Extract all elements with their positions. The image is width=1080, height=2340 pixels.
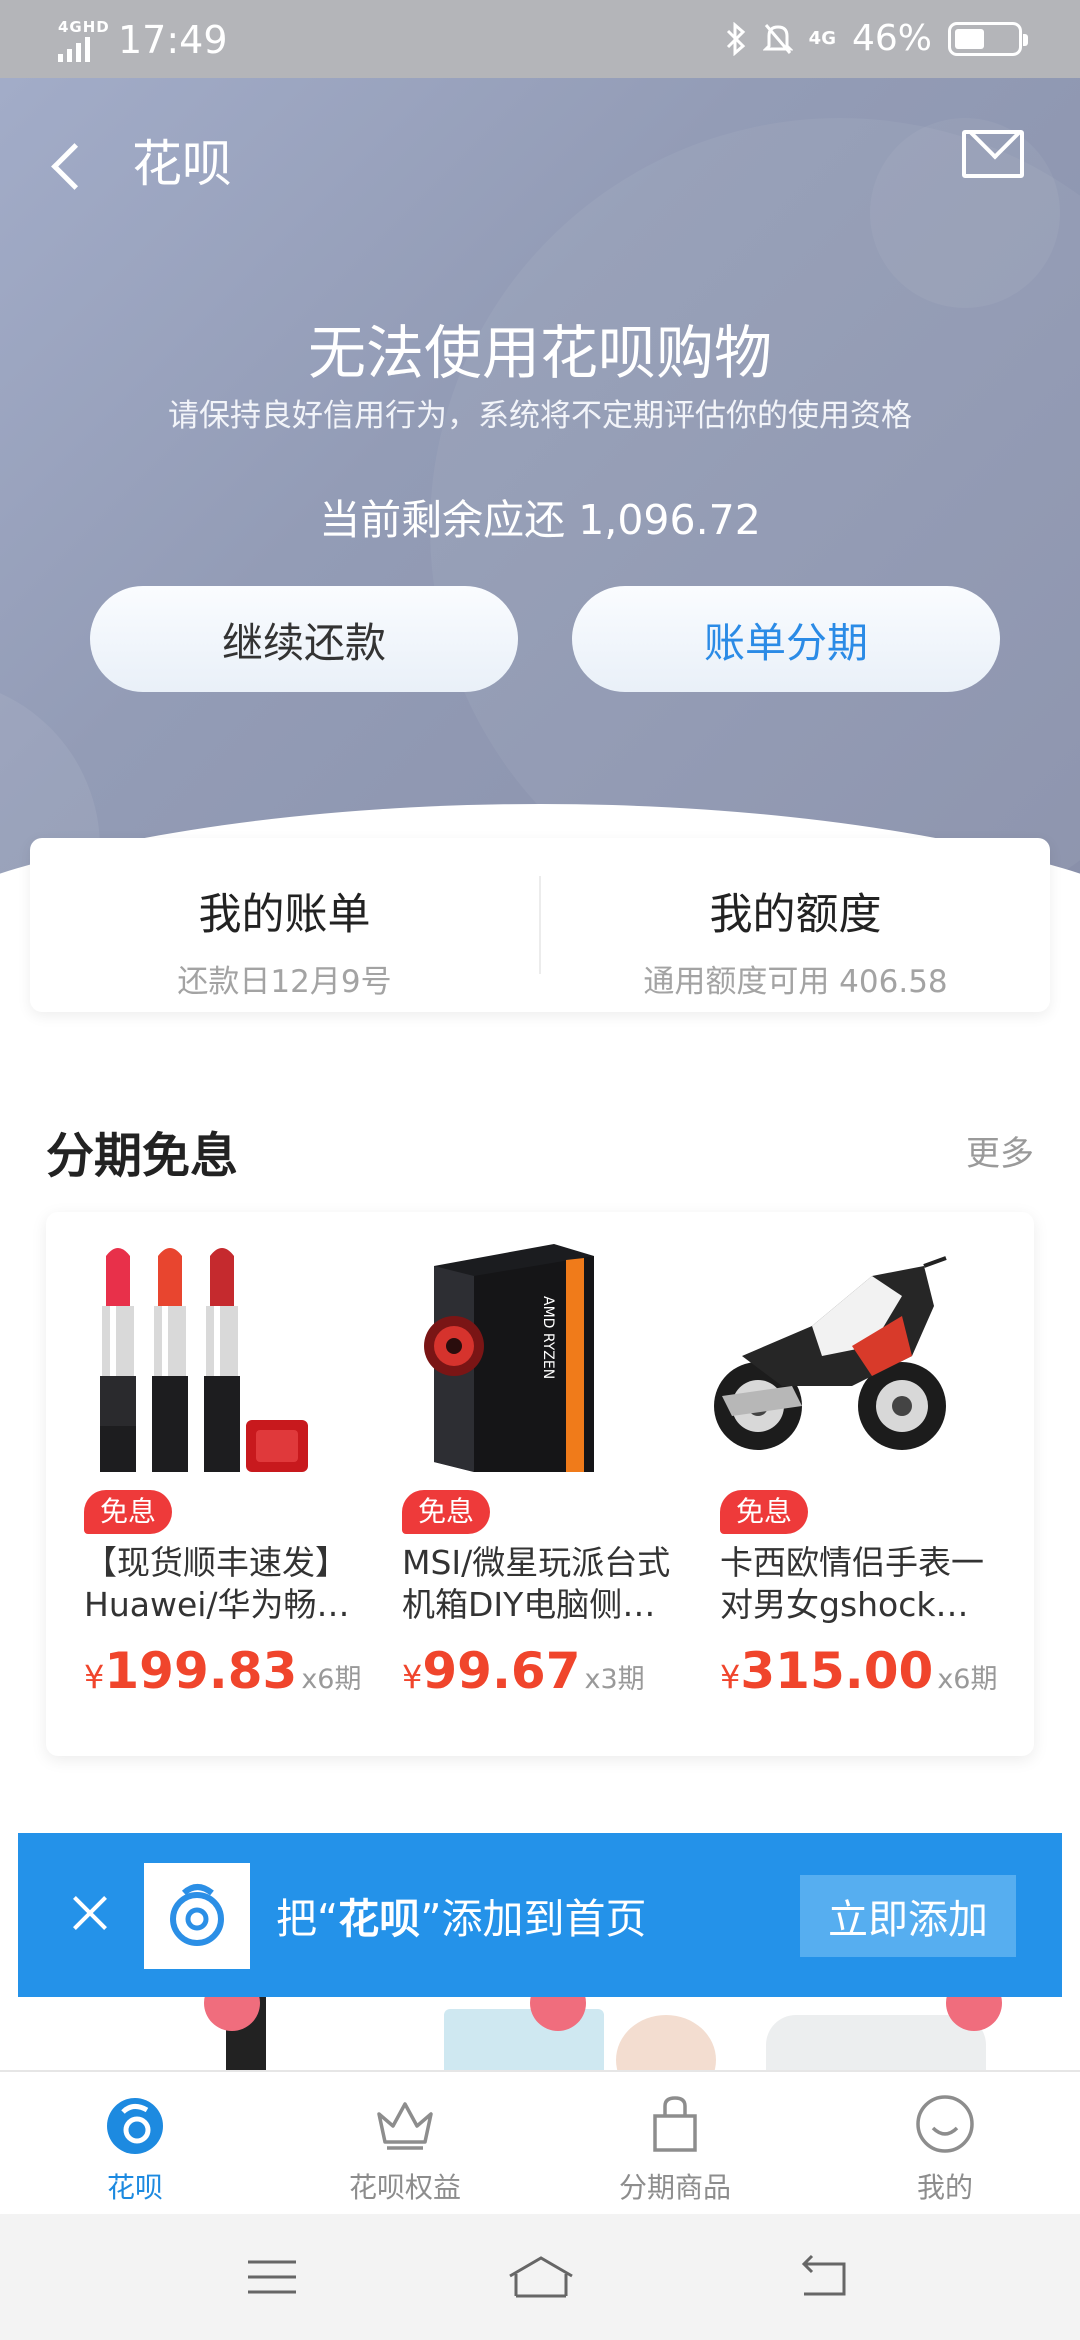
product-price: ¥99.67 x3期 [402,1642,645,1700]
menu-icon[interactable] [244,2250,300,2304]
next-product-row [46,1995,1034,2070]
continue-repay-button[interactable]: 继续还款 [90,586,518,692]
svg-text:AMD RYZEN: AMD RYZEN [540,1296,556,1379]
back-arrow-icon[interactable] [48,136,96,196]
product-price: ¥315.00 x6期 [720,1642,998,1700]
shopping-bag-icon [653,2096,697,2152]
product-thumbnail [616,2015,716,2070]
available-quota: 通用额度可用 406.58 [643,964,948,1000]
section-title: 分期免息 [46,1128,239,1184]
network-type: 4G [808,28,836,49]
status-message: 无法使用花呗购物 [307,319,772,387]
tab-installment-goods[interactable]: 分期商品 [540,2072,810,2214]
my-quota-entry[interactable]: 我的额度 通用额度可用 406.58 [541,838,1050,1012]
my-quota-title: 我的额度 [709,890,882,940]
smiley-icon [916,2095,974,2153]
battery-percent: 46% [851,18,932,59]
crown-icon [377,2102,433,2150]
product-price: ¥199.83 x6期 [84,1642,362,1700]
account-header: 花呗 无法使用花呗购物 请保持良好信用行为，系统将不定期评估你的使用资格 当前剩… [0,78,1080,905]
motorcycle-image [714,1256,947,1450]
signal-indicator: 4GHD [58,14,109,62]
interest-free-badge: 免息 [402,1490,491,1534]
product-name: 【现货顺丰速发】 Huawei/华为畅… [84,1543,350,1624]
tab-label: 我的 [916,2171,973,2204]
back-icon[interactable] [796,2250,852,2304]
tab-label: 花呗 [106,2171,163,2204]
product-card[interactable]: AMD RYZEN 免息 MSI/微星玩派台式 机箱DIY电脑侧透… ¥99.6… [364,1212,682,1756]
mail-icon[interactable] [962,130,1024,178]
add-now-button[interactable]: 立即添加 [800,1875,1016,1957]
summary-card: 我的账单 还款日12月9号 我的额度 通用额度可用 406.58 [30,838,1050,1012]
product-thumbnail [766,2015,986,2070]
huabei-logo-icon [144,1863,250,1969]
bill-installment-button[interactable]: 账单分期 [572,586,1000,692]
clock: 17:49 [118,18,228,62]
product-card[interactable]: 免息 卡西欧情侣手表一 对男女gshock限… ¥315.00 x6期 [682,1212,1000,1756]
network-tag: 4GHD [58,18,110,36]
banner-text: 把“花呗”添加到首页 [276,1895,647,1943]
tab-huabei[interactable]: 花呗 [0,2072,270,2214]
close-icon[interactable] [62,1885,118,1941]
tab-label: 分期商品 [618,2171,731,2204]
product-list: 免息 【现货顺丰速发】 Huawei/华为畅… ¥199.83 x6期 AMD R… [46,1212,1034,1756]
huabei-icon [107,2098,163,2154]
pc-case-image: AMD RYZEN [424,1244,594,1472]
add-to-home-banner: 把“花呗”添加到首页 立即添加 [18,1833,1062,1997]
lipstick-image [100,1248,308,1472]
status-submessage: 请保持良好信用行为，系统将不定期评估你的使用资格 [168,398,912,434]
signal-bars-icon [58,36,90,62]
system-navigation-bar [0,2214,1080,2340]
product-card[interactable]: 免息 【现货顺丰速发】 Huawei/华为畅… ¥199.83 x6期 [46,1212,361,1756]
my-bill-title: 我的账单 [198,890,371,940]
tab-label: 花呗权益 [348,2171,461,2204]
interest-free-badge: 免息 [84,1490,173,1534]
bell-off-icon [762,23,793,54]
home-icon[interactable] [506,2250,576,2304]
interest-free-badge: 免息 [720,1490,809,1534]
page-title: 花呗 [132,135,232,193]
repay-date: 还款日12月9号 [177,964,392,1000]
status-bar: 4GHD 17:49 4G 46% [0,0,1080,78]
tab-huabei-benefits[interactable]: 花呗权益 [270,2072,540,2214]
product-name: MSI/微星玩派台式 机箱DIY电脑侧透… [402,1543,682,1624]
my-bill-entry[interactable]: 我的账单 还款日12月9号 [30,838,539,1012]
more-link[interactable]: 更多 [966,1126,1034,1175]
battery-icon [948,21,1028,56]
tab-mine[interactable]: 我的 [810,2072,1080,2214]
bottom-navigation: 花呗 花呗权益 分期商品 我的 [0,2070,1080,2214]
remaining-amount: 当前剩余应还 1,096.72 [319,496,761,544]
bluetooth-icon [726,21,745,56]
product-name: 卡西欧情侣手表一 对男女gshock限… [720,1543,1000,1624]
